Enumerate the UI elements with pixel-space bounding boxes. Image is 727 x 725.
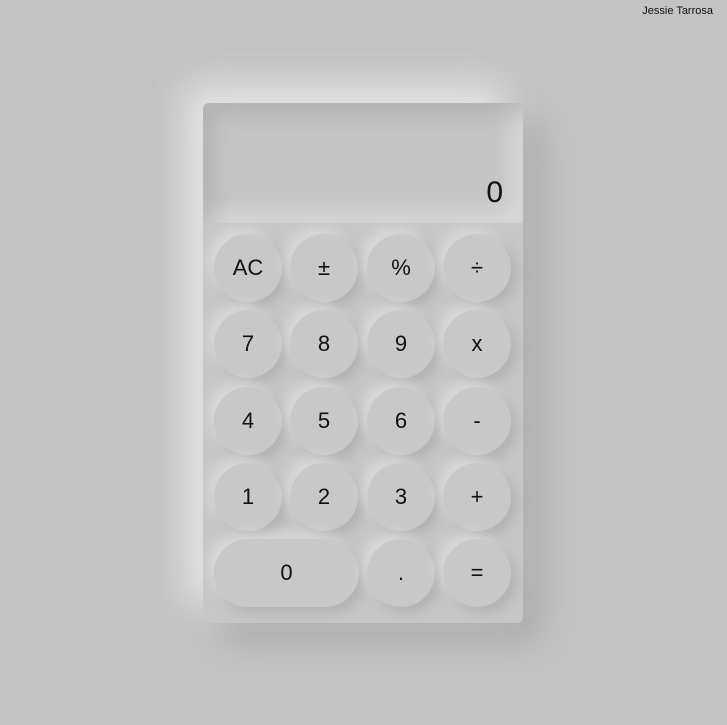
digit-0-button[interactable]: 0 — [214, 539, 359, 607]
plus-minus-button[interactable]: ± — [290, 234, 358, 302]
keypad: AC ± % ÷ 7 8 9 x 4 5 6 - 1 2 3 + 0 . = — [203, 223, 523, 623]
multiply-button[interactable]: x — [443, 310, 511, 378]
digit-9-button[interactable]: 9 — [367, 310, 435, 378]
digit-8-button[interactable]: 8 — [290, 310, 358, 378]
digit-7-button[interactable]: 7 — [214, 310, 282, 378]
calculator: 0 AC ± % ÷ 7 8 9 x 4 5 6 - 1 2 3 + 0 . = — [203, 103, 523, 623]
display-value: 0 — [486, 176, 503, 209]
percent-button[interactable]: % — [367, 234, 435, 302]
divide-button[interactable]: ÷ — [443, 234, 511, 302]
subtract-button[interactable]: - — [443, 387, 511, 455]
digit-5-button[interactable]: 5 — [290, 387, 358, 455]
digit-4-button[interactable]: 4 — [214, 387, 282, 455]
equals-button[interactable]: = — [443, 539, 511, 607]
add-button[interactable]: + — [443, 463, 511, 531]
digit-3-button[interactable]: 3 — [367, 463, 435, 531]
calculator-display: 0 — [203, 103, 523, 223]
clear-button[interactable]: AC — [214, 234, 282, 302]
decimal-button[interactable]: . — [367, 539, 435, 607]
digit-6-button[interactable]: 6 — [367, 387, 435, 455]
author-credit: Jessie Tarrosa — [642, 5, 713, 17]
digit-2-button[interactable]: 2 — [290, 463, 358, 531]
digit-1-button[interactable]: 1 — [214, 463, 282, 531]
